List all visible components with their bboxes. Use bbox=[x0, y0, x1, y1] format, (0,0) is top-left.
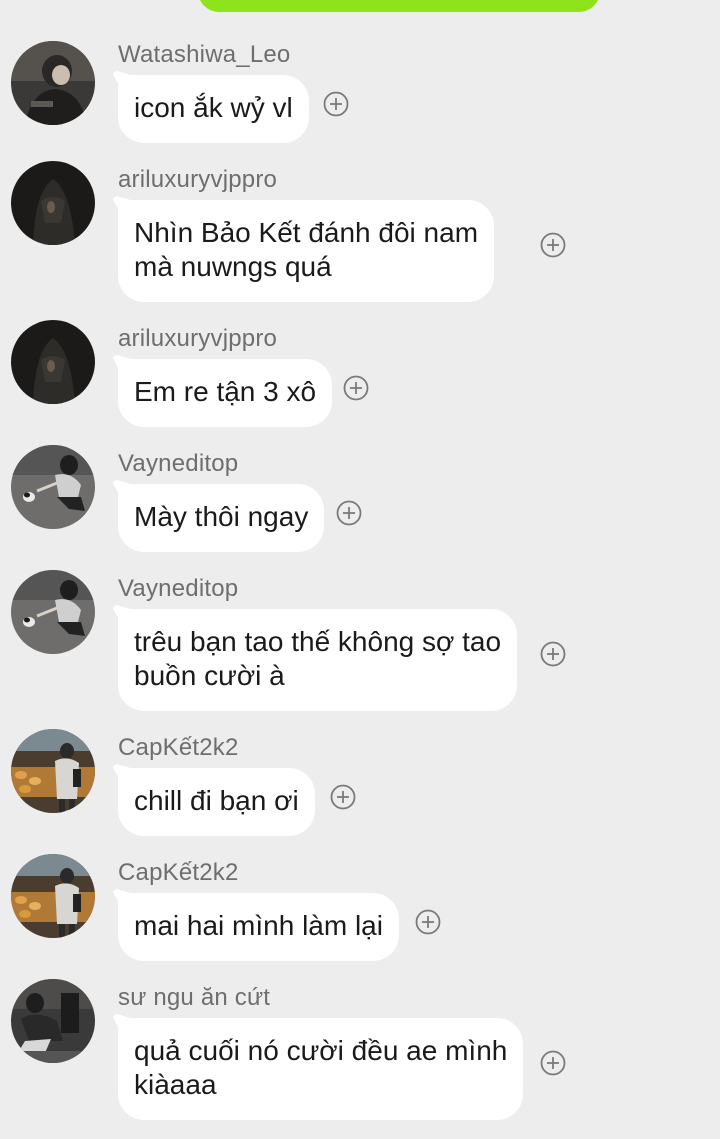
add-reaction-button[interactable] bbox=[540, 232, 566, 258]
message-text-line: mà nuwngs quá bbox=[134, 251, 332, 282]
username[interactable]: sư ngu ăn cứt bbox=[118, 984, 270, 1012]
message-text-line: Nhìn Bảo Kết đánh đôi nam bbox=[134, 217, 479, 248]
plus-circle-icon bbox=[415, 909, 441, 935]
username[interactable]: Watashiwa_Leo bbox=[118, 41, 290, 69]
message-bubble[interactable]: Em re tận 3 xô bbox=[118, 359, 333, 427]
add-reaction-button[interactable] bbox=[415, 909, 441, 935]
message-text-line: trêu bạn tao thế không sợ tao bbox=[134, 626, 502, 657]
plus-circle-icon bbox=[336, 500, 362, 526]
username[interactable]: ariluxuryvjppro bbox=[118, 325, 277, 353]
avatar[interactable] bbox=[11, 979, 95, 1063]
avatar-bakery-icon bbox=[11, 854, 95, 938]
message-text: chill đi bạn ơi bbox=[134, 785, 299, 816]
message-text: icon ắk wỷ vl bbox=[134, 92, 293, 123]
message-bubble[interactable]: icon ắk wỷ vl bbox=[118, 75, 309, 143]
username[interactable]: Vayneditop bbox=[118, 575, 238, 603]
avatar[interactable] bbox=[11, 445, 95, 529]
message-bubble[interactable]: trêu bạn tao thế không sợ tao buồn cười … bbox=[118, 609, 518, 711]
avatar[interactable] bbox=[11, 320, 95, 404]
username[interactable]: ariluxuryvjppro bbox=[118, 166, 277, 194]
avatar-dark-figure-icon bbox=[11, 979, 95, 1063]
avatar[interactable] bbox=[11, 570, 95, 654]
add-reaction-button[interactable] bbox=[330, 784, 356, 810]
add-reaction-button[interactable] bbox=[336, 500, 362, 526]
add-reaction-button[interactable] bbox=[540, 641, 566, 667]
plus-circle-icon bbox=[323, 91, 349, 117]
message-bubble[interactable]: chill đi bạn ơi bbox=[118, 768, 315, 836]
message-bubble[interactable]: Nhìn Bảo Kết đánh đôi nam mà nuwngs quá bbox=[118, 200, 495, 302]
avatar-dark-hoodie-icon bbox=[11, 41, 95, 125]
plus-circle-icon bbox=[343, 375, 369, 401]
plus-circle-icon bbox=[540, 232, 566, 258]
avatar[interactable] bbox=[11, 41, 95, 125]
message-bubble[interactable]: Mày thôi ngay bbox=[118, 484, 325, 552]
message-bubble[interactable]: mai hai mình làm lại bbox=[118, 893, 399, 961]
avatar-crouching-with-cat-icon bbox=[11, 570, 95, 654]
plus-circle-icon bbox=[330, 784, 356, 810]
avatar[interactable] bbox=[11, 729, 95, 813]
message-text: mai hai mình làm lại bbox=[134, 910, 383, 941]
plus-circle-icon bbox=[540, 641, 566, 667]
add-reaction-button[interactable] bbox=[540, 1050, 566, 1076]
add-reaction-button[interactable] bbox=[323, 91, 349, 117]
avatar-crouching-with-cat-icon bbox=[11, 445, 95, 529]
username[interactable]: CapKết2k2 bbox=[118, 859, 239, 887]
message-text: Em re tận 3 xô bbox=[134, 376, 317, 407]
avatar-dark-person-icon bbox=[11, 320, 95, 404]
message-text-line: buồn cười à bbox=[134, 660, 285, 691]
avatar-dark-person-icon bbox=[11, 161, 95, 245]
message-text-line: quả cuối nó cười đều ae mình bbox=[134, 1035, 508, 1066]
avatar-bakery-icon bbox=[11, 729, 95, 813]
plus-circle-icon bbox=[540, 1050, 566, 1076]
add-reaction-button[interactable] bbox=[343, 375, 369, 401]
message-text: Mày thôi ngay bbox=[134, 501, 309, 532]
message-text-line: kiàaaa bbox=[134, 1069, 217, 1100]
message-bubble[interactable]: quả cuối nó cười đều ae mình kiàaaa bbox=[118, 1018, 524, 1120]
chat-feed: Watashiwa_Leo icon ắk wỷ vl ariluxuryvjp… bbox=[0, 0, 720, 1139]
avatar[interactable] bbox=[11, 161, 95, 245]
username[interactable]: Vayneditop bbox=[118, 450, 238, 478]
username[interactable]: CapKết2k2 bbox=[118, 734, 239, 762]
avatar[interactable] bbox=[11, 854, 95, 938]
